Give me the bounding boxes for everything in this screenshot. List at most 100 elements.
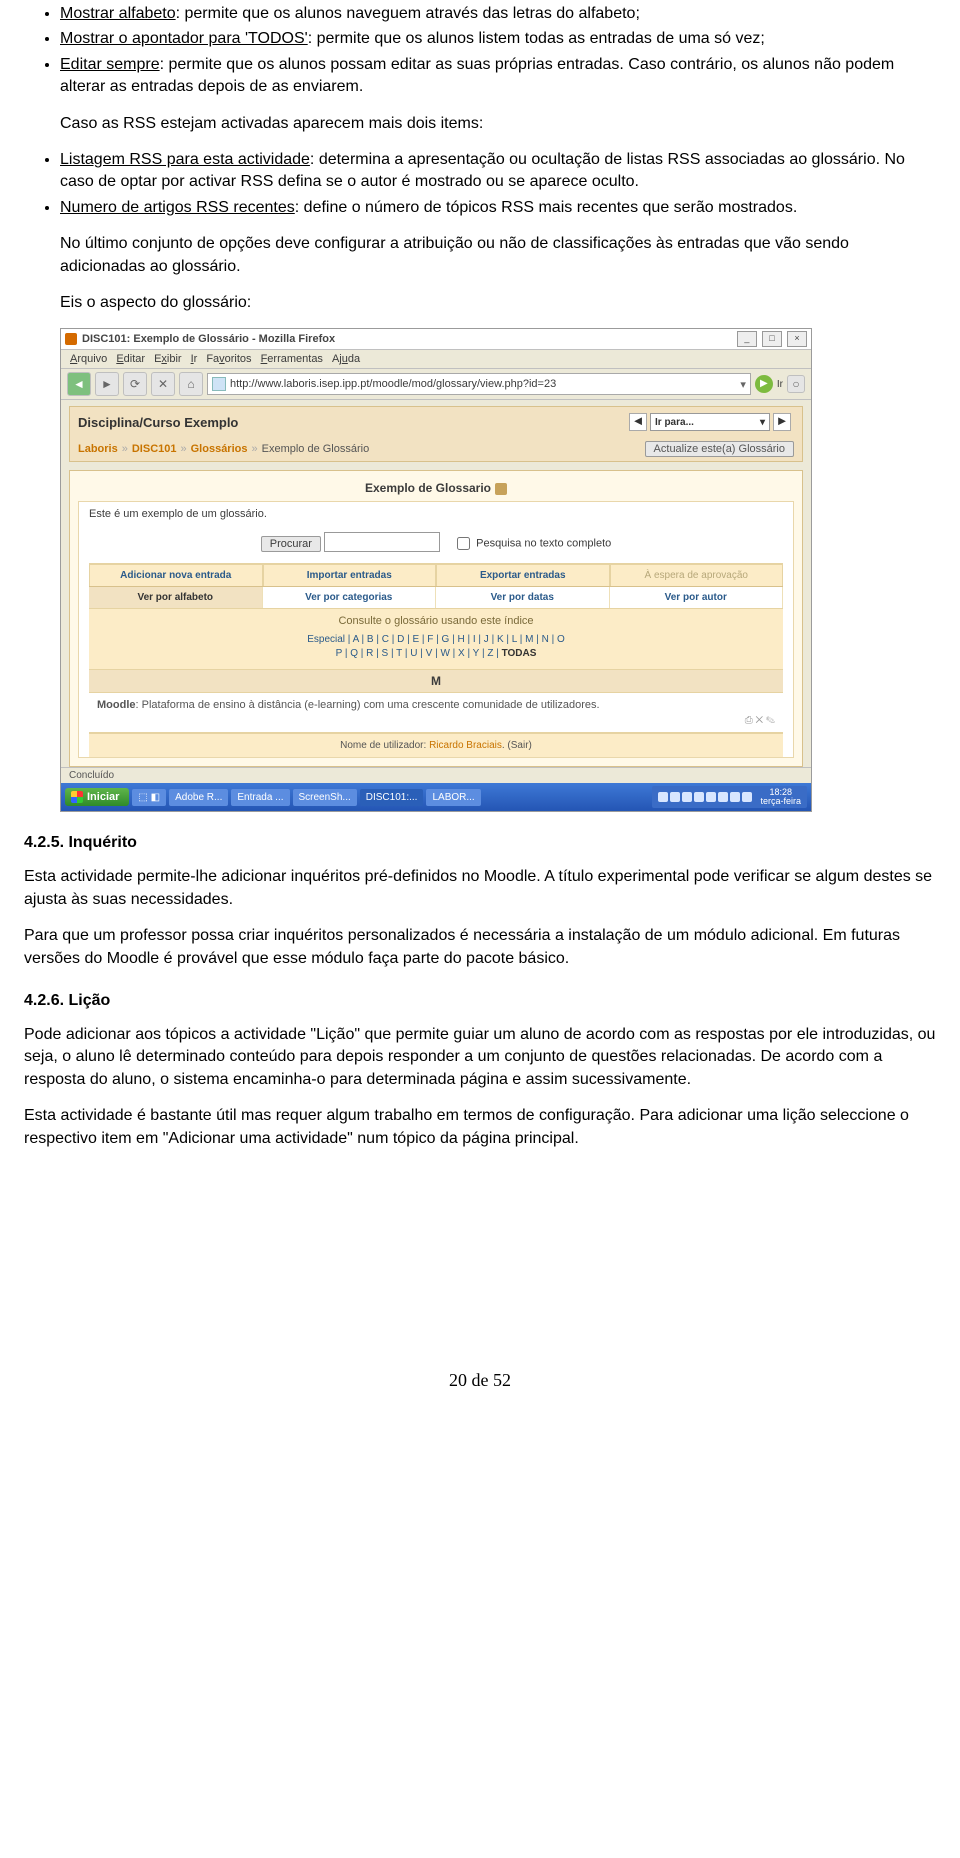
menu-exibir[interactable]: Exibir (151, 352, 185, 366)
feature-list-1: Mostrar alfabeto : permite que os alunos … (24, 3, 936, 99)
task-screensh[interactable]: ScreenSh... (293, 789, 357, 806)
system-tray[interactable]: 18:28 terça-feira (652, 786, 807, 808)
tab-pending[interactable]: À espera de aprovação (610, 564, 784, 586)
desc: : permite que os alunos possam editar as… (60, 56, 894, 95)
list-item: Listagem RSS para esta actividade: deter… (60, 149, 936, 194)
maximize-button[interactable]: □ (762, 331, 782, 347)
task-entrada[interactable]: Entrada ... (231, 789, 289, 806)
fulltext-checkbox[interactable] (457, 537, 470, 550)
menu-arquivo[interactable]: Arquivo (67, 352, 110, 366)
window-titlebar: DISC101: Exemplo de Glossário - Mozilla … (61, 329, 811, 350)
glossary-title: Exemplo de Glossario (70, 471, 802, 501)
next-activity-button[interactable]: ► (773, 413, 791, 431)
throbber-icon: ○ (787, 375, 805, 393)
quicklaunch[interactable]: ⬚ ◧ (132, 789, 166, 806)
term: Mostrar alfabeto (60, 5, 176, 22)
go-label: Ir (777, 379, 783, 390)
close-button[interactable]: × (787, 331, 807, 347)
crumb-laboris[interactable]: Laboris (78, 443, 118, 455)
index-todas[interactable]: TODAS (502, 648, 537, 659)
heading-licao: 4.2.6. Lição (24, 992, 936, 1010)
page-content: Disciplina/Curso Exemplo ◄ Ir para...▾ ►… (61, 400, 811, 767)
tray-icon (718, 792, 728, 802)
tray-icon (658, 792, 668, 802)
nav-toolbar: ◄ ► ⟳ ✕ ⌂ http://www.laboris.isep.ipp.pt… (61, 369, 811, 400)
prev-activity-button[interactable]: ◄ (629, 413, 647, 431)
breadcrumb: Laboris» DISC101» Glossários» Exemplo de… (69, 437, 803, 462)
back-button[interactable]: ◄ (67, 372, 91, 396)
search-button[interactable]: Procurar (261, 536, 321, 552)
term: Listagem RSS para esta actividade (60, 151, 310, 168)
course-header: Disciplina/Curso Exemplo ◄ Ir para...▾ ► (69, 406, 803, 437)
list-item: Mostrar alfabeto: permite que os alunos … (60, 3, 936, 25)
tab-by-category[interactable]: Ver por categorias (263, 587, 437, 608)
dropdown-icon[interactable]: ▾ (740, 378, 746, 391)
tab-by-date[interactable]: Ver por datas (436, 587, 610, 608)
start-button[interactable]: Iniciar (65, 788, 129, 806)
go-button[interactable]: ▶ (755, 375, 773, 393)
rss-intro: Caso as RSS estejam activadas aparecem m… (60, 113, 936, 135)
licao-p2: Esta actividade é bastante útil mas requ… (24, 1105, 936, 1150)
user-footer: Nome de utilizador: Ricardo Braciais. (S… (89, 733, 783, 757)
tab-import[interactable]: Importar entradas (263, 564, 437, 586)
entry-actions[interactable]: ⎙ ✕ ✎ (89, 713, 783, 733)
glossary-entry: Moodle: Plataforma de ensino à distância… (89, 693, 783, 713)
action-tabs: Adicionar nova entrada Importar entradas… (89, 564, 783, 587)
address-bar[interactable]: http://www.laboris.isep.ipp.pt/moodle/mo… (207, 373, 751, 395)
desc: : define o número de tópicos RSS mais re… (295, 199, 797, 216)
task-labor[interactable]: LABOR... (426, 789, 480, 806)
menu-favoritos[interactable]: Favoritos (203, 352, 254, 366)
search-input[interactable] (324, 532, 440, 552)
status-bar: Concluído (61, 767, 811, 783)
fulltext-label: Pesquisa no texto completo (476, 538, 611, 550)
windows-logo-icon (71, 791, 83, 803)
firefox-icon (65, 333, 77, 345)
crumb-glossarios[interactable]: Glossários (191, 443, 248, 455)
crumb-disc101[interactable]: DISC101 (132, 443, 177, 455)
chevron-down-icon: ▾ (760, 417, 765, 428)
menu-editar[interactable]: Editar (113, 352, 148, 366)
glossary-body: Este é um exemplo de um glossário. Procu… (78, 501, 794, 758)
task-disc101[interactable]: DISC101:... (360, 789, 424, 806)
taskbar-clock: 18:28 terça-feira (760, 788, 801, 806)
update-glossary-button[interactable]: Actualize este(a) Glossário (645, 441, 794, 457)
alphabet-index[interactable]: Especial | A | B | C | D | E | F | G | H… (89, 631, 783, 669)
tray-icon (706, 792, 716, 802)
aspecto-paragraph: Eis o aspecto do glossário: (60, 292, 936, 314)
home-button[interactable]: ⌂ (179, 372, 203, 396)
task-adobe[interactable]: Adobe R... (169, 789, 228, 806)
jump-select[interactable]: Ir para...▾ (650, 413, 770, 431)
tray-icon (670, 792, 680, 802)
menu-bar: Arquivo Editar Exibir Ir Favoritos Ferra… (61, 350, 811, 369)
forward-button[interactable]: ► (95, 372, 119, 396)
entry-term: Moodle (97, 699, 136, 711)
windows-taskbar: Iniciar ⬚ ◧ Adobe R... Entrada ... Scree… (61, 783, 811, 811)
tab-by-author[interactable]: Ver por autor (610, 587, 784, 608)
window-controls: _ □ × (735, 331, 807, 347)
desc: : permite que os alunos listem todas as … (308, 30, 765, 47)
term: Editar sempre (60, 56, 160, 73)
tab-export[interactable]: Exportar entradas (436, 564, 610, 586)
page-number: 20 de 52 (24, 1370, 936, 1391)
glossary-screenshot: DISC101: Exemplo de Glossário - Mozilla … (60, 328, 812, 812)
menu-ajuda[interactable]: Ajuda (329, 352, 363, 366)
stop-button[interactable]: ✕ (151, 372, 175, 396)
minimize-button[interactable]: _ (737, 331, 757, 347)
heading-inquerito: 4.2.5. Inquérito (24, 834, 936, 852)
menu-ferramentas[interactable]: Ferramentas (258, 352, 326, 366)
list-item: Numero de artigos RSS recentes: define o… (60, 197, 936, 219)
tab-add-entry[interactable]: Adicionar nova entrada (89, 564, 263, 586)
menu-ir[interactable]: Ir (188, 352, 201, 366)
tray-icon (742, 792, 752, 802)
tab-by-alphabet[interactable]: Ver por alfabeto (89, 587, 263, 608)
url-text: http://www.laboris.isep.ipp.pt/moodle/mo… (230, 378, 556, 390)
tray-icon (730, 792, 740, 802)
tray-icon (682, 792, 692, 802)
reload-button[interactable]: ⟳ (123, 372, 147, 396)
gear-icon[interactable] (495, 483, 507, 495)
index-label: Consulte o glossário usando este índice (89, 608, 783, 631)
licao-p1: Pode adicionar aos tópicos a actividade … (24, 1024, 936, 1091)
user-link[interactable]: Ricardo Braciais (429, 740, 502, 751)
tray-icon (694, 792, 704, 802)
feature-list-2: Listagem RSS para esta actividade: deter… (24, 149, 936, 219)
